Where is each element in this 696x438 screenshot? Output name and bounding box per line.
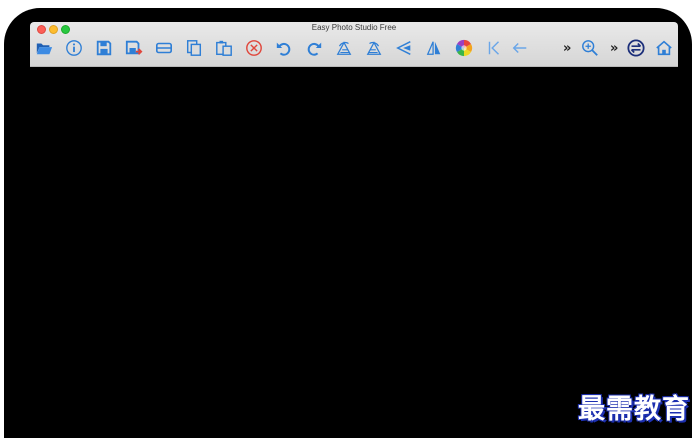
title-bar: Easy Photo Studio Free: [30, 22, 678, 36]
home-icon: [655, 39, 673, 62]
undo-button[interactable]: [274, 40, 294, 60]
save-as-button[interactable]: [124, 40, 144, 60]
open-button[interactable]: [34, 40, 54, 60]
info-button[interactable]: [64, 39, 84, 62]
first-icon: [485, 39, 503, 62]
image-canvas[interactable]: [30, 67, 678, 438]
toolbar-overflow-button-2[interactable]: »: [610, 42, 618, 56]
rotate-left-button[interactable]: [334, 40, 354, 60]
save-button[interactable]: [94, 40, 114, 60]
window-title: Easy Photo Studio Free: [311, 23, 397, 32]
delete-button[interactable]: [244, 39, 264, 62]
open-folder-icon: [35, 39, 53, 62]
previous-image-button[interactable]: [510, 40, 530, 60]
rotate-left-icon: [335, 39, 353, 62]
flip-vertical-icon: [425, 39, 443, 62]
swap-icon: [627, 38, 645, 62]
flip-horizontal-button[interactable]: [394, 40, 414, 60]
info-icon: [65, 39, 83, 62]
rotate-right-icon: [365, 39, 383, 62]
rotate-right-button[interactable]: [364, 40, 384, 60]
save-icon: [95, 39, 113, 62]
scan-button[interactable]: [154, 40, 174, 60]
window-chrome: Easy Photo Studio Free » »: [30, 22, 678, 67]
scan-icon: [155, 39, 173, 62]
save-as-icon: [125, 39, 143, 62]
redo-icon: [305, 39, 323, 62]
flip-vertical-button[interactable]: [424, 40, 444, 60]
redo-button[interactable]: [304, 40, 324, 60]
main-toolbar: » »: [30, 36, 678, 66]
flip-horizontal-icon: [395, 39, 413, 62]
copy-button[interactable]: [184, 39, 204, 62]
screenshot-stage: Easy Photo Studio Free » » 最需教育: [0, 0, 696, 438]
back-arrow-icon: [511, 39, 529, 62]
watermark-logo: 最需教育: [578, 394, 690, 425]
delete-icon: [245, 39, 263, 62]
zoom-in-icon: [581, 39, 599, 62]
first-image-button[interactable]: [484, 40, 504, 60]
paste-icon: [215, 39, 233, 62]
undo-icon: [275, 39, 293, 62]
zoom-in-button[interactable]: [580, 39, 600, 62]
swap-button[interactable]: [626, 38, 646, 62]
toolbar-overflow-button[interactable]: »: [563, 42, 571, 56]
paste-button[interactable]: [214, 40, 234, 60]
color-adjust-button[interactable]: [454, 39, 474, 62]
home-button[interactable]: [654, 40, 674, 60]
app-window: Easy Photo Studio Free » »: [4, 8, 692, 438]
color-wheel-icon: [455, 39, 473, 62]
copy-icon: [185, 39, 203, 62]
